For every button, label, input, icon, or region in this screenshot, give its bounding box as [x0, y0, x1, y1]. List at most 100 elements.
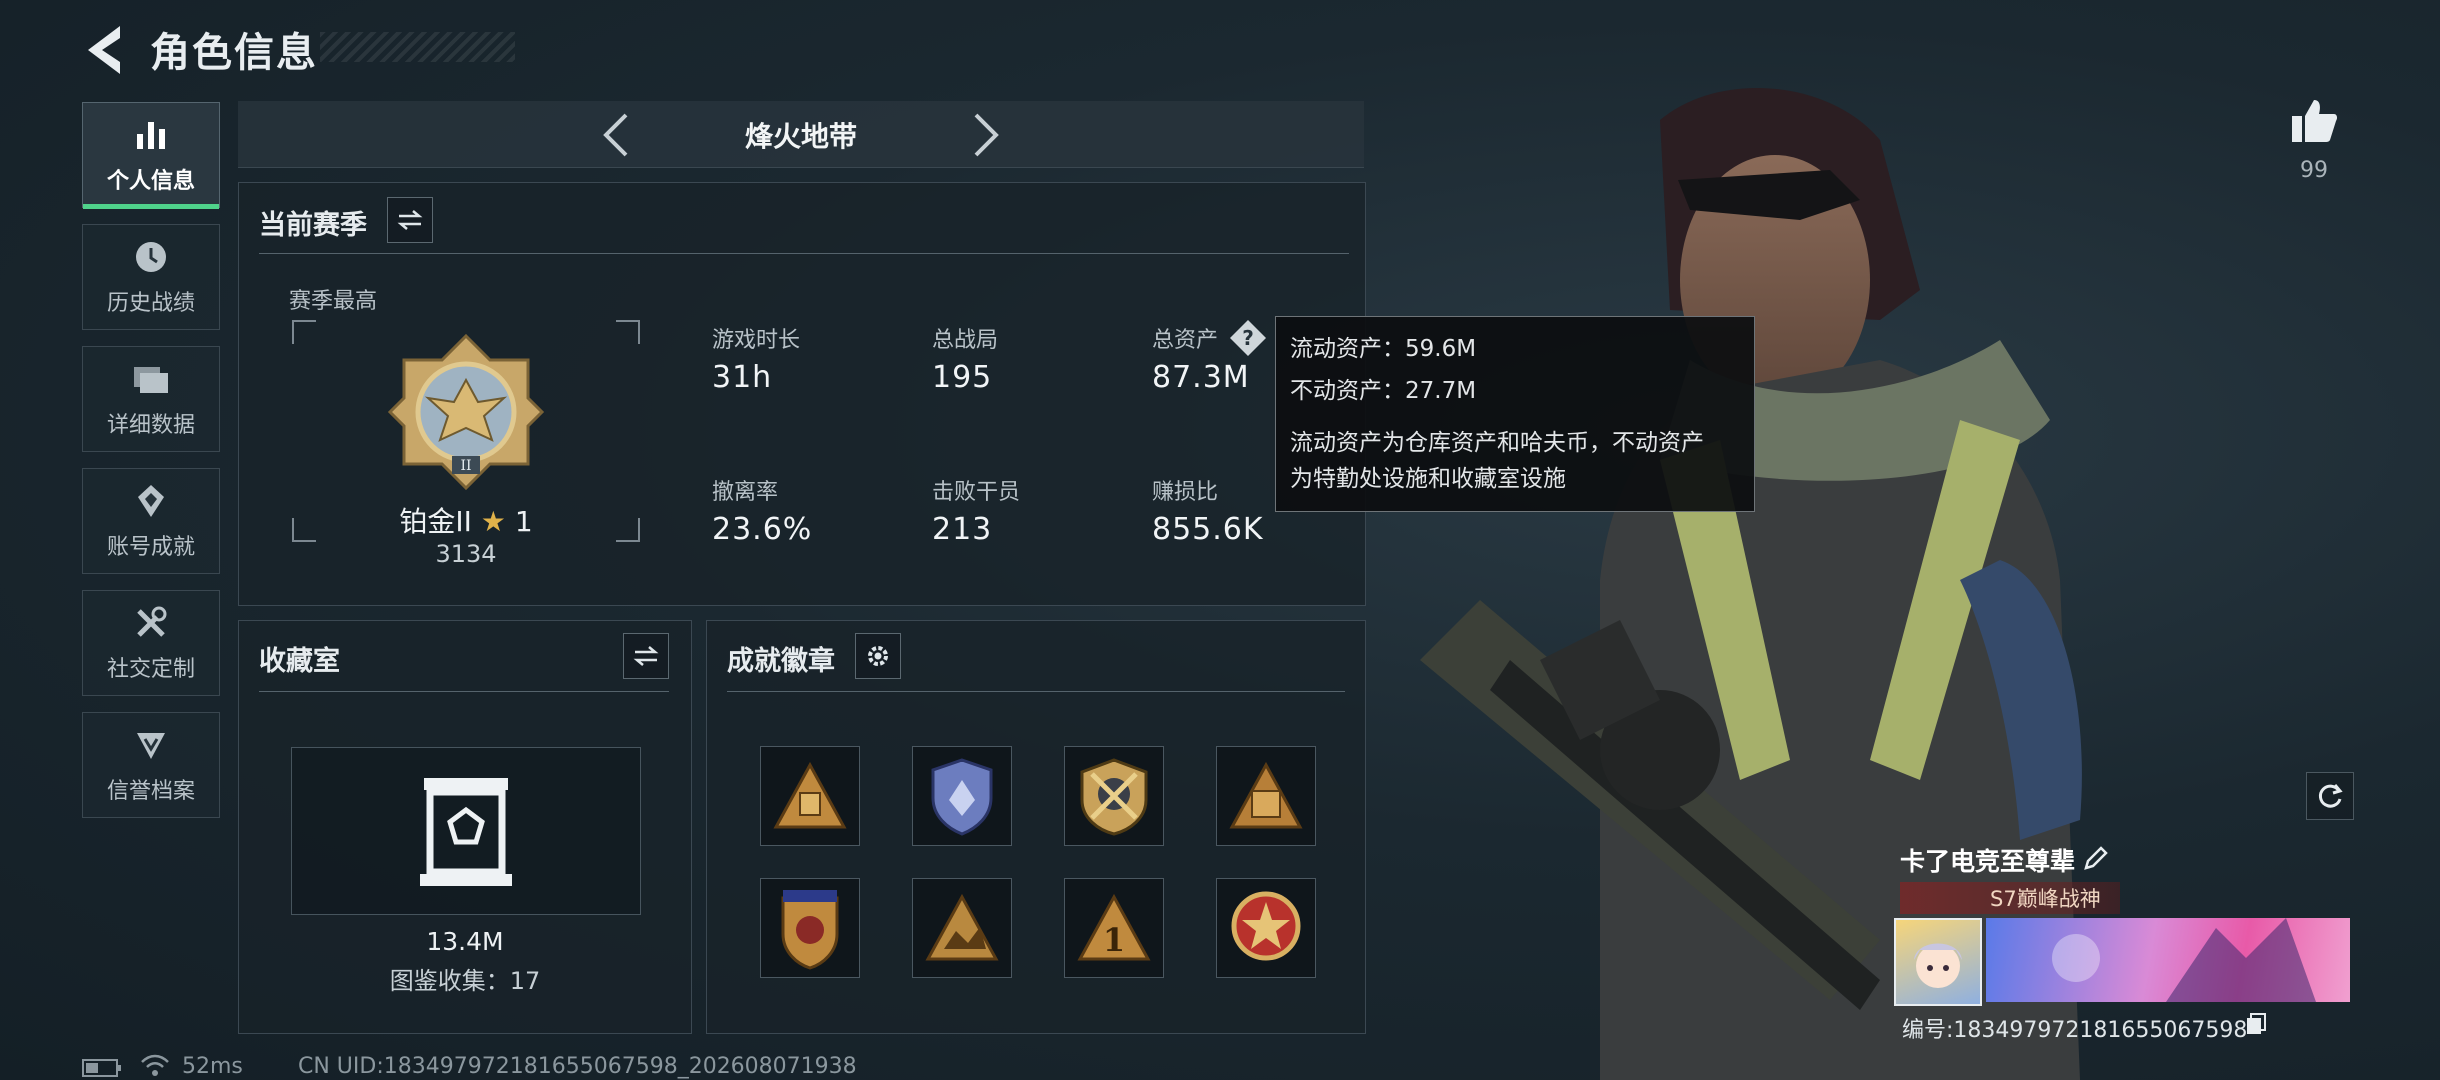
ping-value: 52ms [182, 1054, 243, 1079]
stat-value: 855.6K [1152, 512, 1264, 547]
collection-value: 13.4M [426, 927, 504, 956]
chevron-right-icon[interactable] [968, 111, 1004, 159]
player-id: 编号:183497972181655067598 [1902, 1018, 2248, 1043]
badge-slot[interactable] [1216, 746, 1316, 846]
avatar-face-icon [1914, 943, 1962, 988]
stat-value: 31h [712, 360, 773, 395]
badge-slot[interactable]: 1 [1064, 878, 1164, 978]
badge-slot[interactable] [912, 878, 1012, 978]
bar-chart-icon [131, 115, 171, 155]
player-name: 卡了电竞至尊辈 [1900, 847, 2076, 876]
stat-value: 195 [932, 360, 993, 395]
badge-slot[interactable] [760, 746, 860, 846]
tooltip-description: 为特勤处设施和收藏室设施 [1290, 466, 1566, 492]
stat-value: 23.6% [712, 512, 813, 547]
svg-text:1: 1 [1103, 921, 1125, 959]
avatar[interactable] [1894, 918, 1982, 1006]
badge-slot[interactable] [1064, 746, 1164, 846]
thumbs-up-icon[interactable] [2290, 98, 2338, 144]
sidebar-item-label: 账号成就 [106, 535, 195, 560]
rank-one-badge-icon: 1 [1077, 893, 1151, 961]
collection-title: 收藏室 [259, 646, 340, 677]
rank-points: 3134 [435, 540, 497, 568]
page-title: 角色信息 [150, 30, 318, 76]
crossed-badge-icon [1080, 758, 1148, 836]
sidebar-item-label: 信誉档案 [106, 779, 195, 804]
badge-slot[interactable] [760, 878, 860, 978]
sidebar-item-credit[interactable]: 信誉档案 [82, 712, 220, 818]
rank-label: 铂金II ★ 1 [292, 500, 640, 540]
profile-banner[interactable] [1986, 918, 2350, 1002]
stat-label: 游戏时长 [712, 328, 801, 353]
triangle-badge-icon [1229, 761, 1303, 829]
history-icon [131, 237, 171, 277]
credit-icon [131, 725, 171, 765]
collection-catalog: 图鉴收集：17 [389, 967, 541, 995]
swap-icon [397, 210, 423, 230]
sidebar-item-label: 社交定制 [106, 657, 195, 682]
stat-label: 撤离率 [712, 480, 779, 505]
divider [259, 253, 1349, 254]
display-case-icon [420, 778, 512, 886]
shield-badge-icon [931, 758, 993, 836]
player-title-tag[interactable]: S7巅峰战神 [1900, 882, 2120, 914]
badge-slot[interactable] [912, 746, 1012, 846]
platinum-rank-emblem-icon: II [387, 333, 545, 491]
stat-label: 总资产 [1152, 328, 1219, 353]
mode-selector: 烽火地带 [238, 101, 1364, 168]
help-icon[interactable]: ? [1228, 318, 1268, 358]
wifi-icon [141, 1054, 169, 1076]
copy-icon[interactable] [2244, 1012, 2268, 1036]
divider [727, 691, 1345, 692]
back-arrow-icon[interactable] [80, 22, 128, 78]
refresh-icon [2318, 784, 2343, 808]
stat-label: 击败干员 [932, 480, 1021, 505]
edit-pencil-icon[interactable] [2082, 844, 2110, 872]
assets-tooltip: 流动资产：59.6M 不动资产：27.7M 流动资产为仓库资产和哈夫币，不动资产… [1275, 316, 1755, 512]
season-title: 当前赛季 [259, 210, 367, 241]
like-count: 99 [2300, 158, 2328, 183]
triangle-badge-icon [773, 761, 847, 829]
folder-icon [131, 359, 171, 399]
badge-slot[interactable] [1216, 878, 1316, 978]
collection-swap-button[interactable] [623, 633, 669, 679]
svg-text:?: ? [1242, 326, 1254, 350]
shield-badge-icon [781, 890, 839, 970]
banner-art-icon [2052, 918, 2316, 1002]
sidebar-item-history[interactable]: 历史战绩 [82, 224, 220, 330]
tooltip-fixed-assets: 不动资产：27.7M [1290, 378, 1477, 404]
collection-room-preview [291, 747, 641, 915]
tooltip-liquid-assets: 流动资产：59.6M [1290, 336, 1477, 362]
rank-stars: 1 [514, 505, 533, 538]
tooltip-description: 流动资产为仓库资产和哈夫币，不动资产 [1290, 430, 1704, 456]
stat-label: 总战局 [932, 328, 999, 353]
sidebar-item-label: 详细数据 [106, 413, 195, 438]
collection-panel[interactable]: 收藏室 13.4M 图鉴收集：17 [238, 620, 692, 1034]
mode-name: 烽火地带 [744, 120, 857, 153]
title-decoration [320, 32, 515, 62]
divider [259, 691, 669, 692]
sidebar-item-achievements[interactable]: 账号成就 [82, 468, 220, 574]
badges-title: 成就徽章 [727, 646, 835, 677]
sidebar-item-personal-info[interactable]: 个人信息 [82, 102, 220, 209]
season-swap-button[interactable] [387, 197, 433, 243]
star-medal-badge-icon [1231, 891, 1301, 961]
battery-icon [82, 1059, 121, 1077]
sidebar-item-label: 个人信息 [106, 169, 195, 194]
sidebar-item-details[interactable]: 详细数据 [82, 346, 220, 452]
svg-text:II: II [460, 458, 471, 474]
season-best-label: 赛季最高 [289, 289, 378, 314]
sidebar-item-social[interactable]: 社交定制 [82, 590, 220, 696]
rank-name: 铂金II [399, 505, 472, 538]
player-title: S7巅峰战神 [1990, 887, 2101, 911]
star-icon: ★ [480, 505, 506, 538]
sidebar-item-label: 历史战绩 [106, 291, 195, 316]
swap-icon [633, 646, 659, 666]
stat-value: 87.3M [1152, 360, 1250, 395]
gear-icon [868, 646, 888, 666]
stat-value: 213 [932, 512, 993, 547]
stat-label: 赚损比 [1152, 480, 1219, 505]
triangle-badge-icon [925, 893, 999, 961]
refresh-button[interactable] [2306, 772, 2354, 820]
badge-settings-button[interactable] [855, 633, 901, 679]
